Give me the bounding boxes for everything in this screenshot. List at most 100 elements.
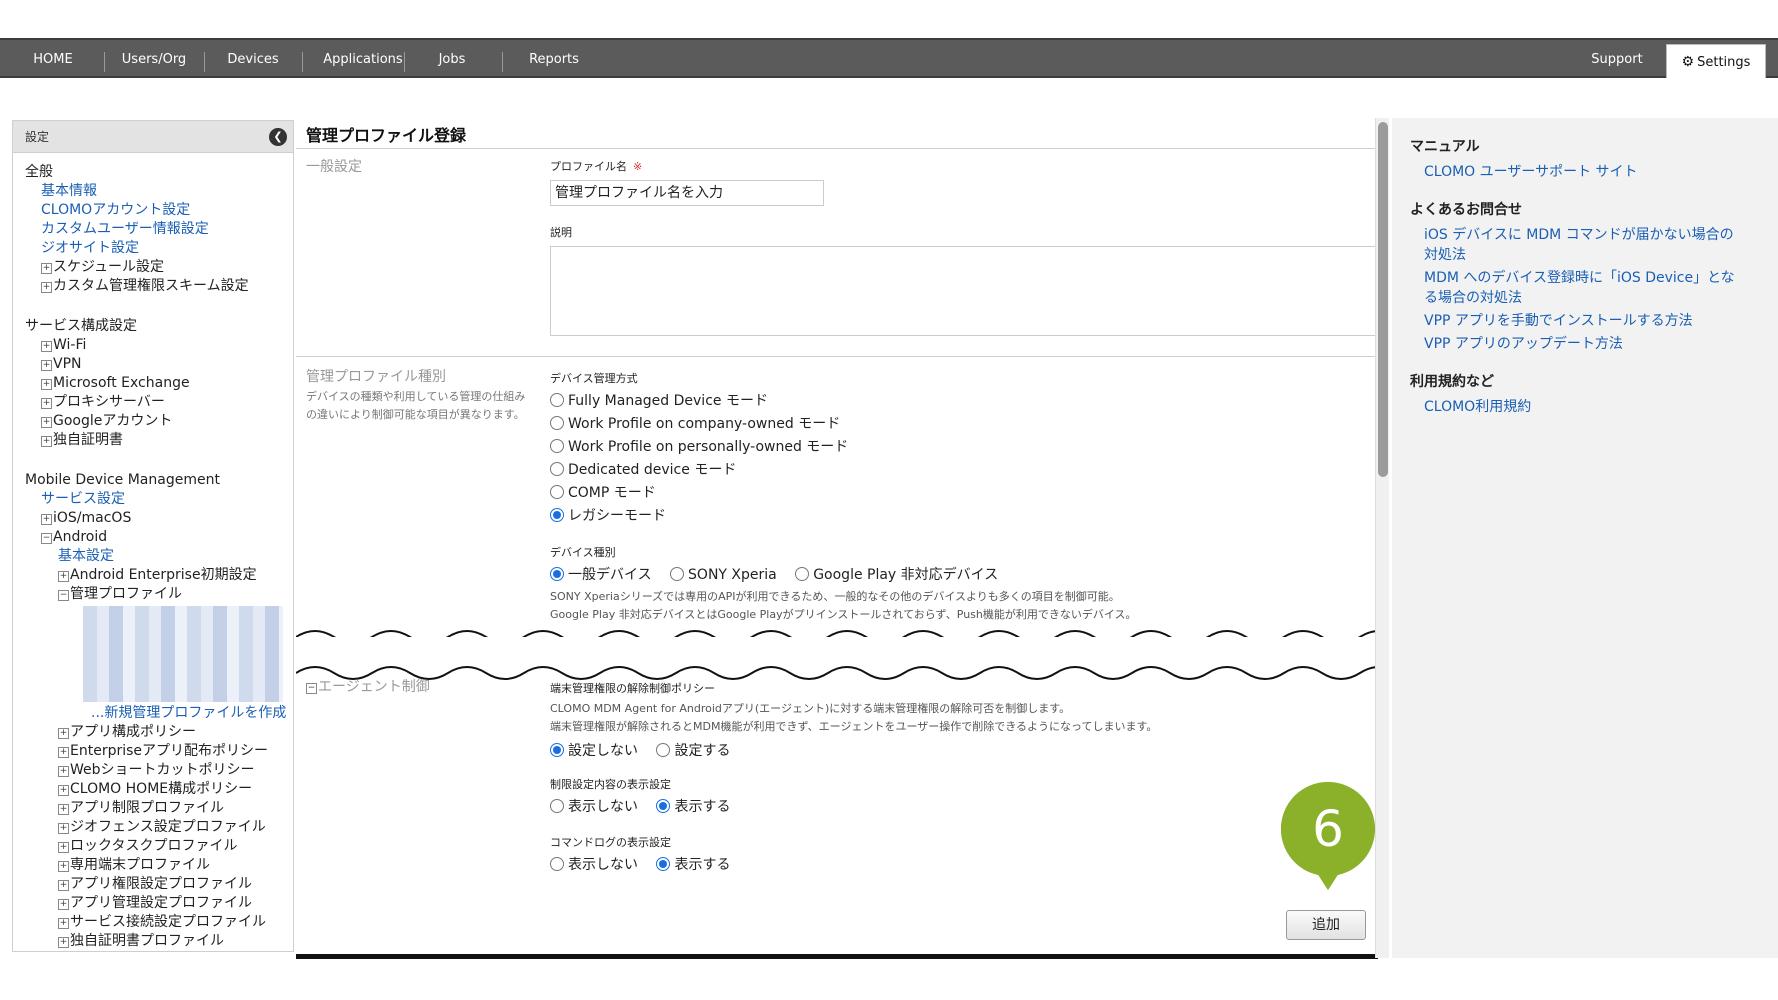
radio-release-on[interactable]: 設定する bbox=[656, 743, 730, 759]
expand-icon[interactable]: + bbox=[58, 937, 69, 948]
nav-users-org[interactable]: Users/Org bbox=[116, 40, 192, 76]
radio-button[interactable] bbox=[550, 416, 564, 430]
radio-button[interactable] bbox=[795, 567, 810, 581]
expand-icon[interactable]: + bbox=[41, 436, 52, 447]
expand-icon[interactable]: + bbox=[41, 282, 52, 293]
nav-jobs[interactable]: Jobs bbox=[420, 40, 484, 76]
radio-button-selected[interactable] bbox=[550, 743, 564, 757]
radio-restriction-hide[interactable]: 表示しない bbox=[550, 799, 638, 815]
expand-icon[interactable]: + bbox=[41, 360, 52, 371]
radio-mgmt-dedicated[interactable]: Dedicated device モード bbox=[550, 459, 736, 479]
expand-icon[interactable]: + bbox=[41, 341, 52, 352]
radio-button-selected[interactable] bbox=[550, 567, 564, 581]
sidebar-item-android-basic[interactable]: 基本設定 bbox=[25, 547, 293, 566]
expand-icon[interactable]: + bbox=[41, 514, 52, 525]
expand-icon[interactable]: + bbox=[58, 804, 69, 815]
help-link-terms[interactable]: CLOMO利用規約 bbox=[1410, 397, 1740, 417]
nav-reports[interactable]: Reports bbox=[516, 40, 592, 76]
sidebar-item-android-enterprise[interactable]: + Android Enterprise初期設定 bbox=[25, 566, 293, 585]
sidebar-item-schedule[interactable]: + スケジュール設定 bbox=[25, 258, 293, 277]
collapse-sidebar-icon[interactable]: ❮ bbox=[269, 128, 287, 146]
radio-device-general[interactable]: 一般デバイス bbox=[550, 567, 652, 583]
radio-mgmt-wp-company[interactable]: Work Profile on company-owned モード bbox=[550, 413, 840, 433]
help-link-faq[interactable]: VPP アプリのアップデート方法 bbox=[1410, 334, 1740, 354]
expand-icon[interactable]: + bbox=[41, 417, 52, 428]
sidebar-item-mgmt-profile[interactable]: − 管理プロファイル bbox=[25, 585, 293, 604]
scrollbar-thumb[interactable] bbox=[1378, 122, 1388, 477]
radio-cmdlog-hide[interactable]: 表示しない bbox=[550, 857, 638, 873]
help-link-faq[interactable]: VPP アプリを手動でインストールする方法 bbox=[1410, 311, 1740, 331]
radio-mgmt-comp[interactable]: COMP モード bbox=[550, 482, 656, 502]
radio-restriction-show[interactable]: 表示する bbox=[656, 799, 730, 815]
expand-icon[interactable]: + bbox=[58, 918, 69, 929]
radio-device-no-gplay[interactable]: Google Play 非対応デバイス bbox=[795, 567, 998, 583]
sidebar-item-policy[interactable]: + 専用端末プロファイル bbox=[25, 856, 293, 875]
nav-applications[interactable]: Applications bbox=[310, 40, 416, 76]
expand-icon[interactable]: + bbox=[58, 842, 69, 853]
radio-button[interactable] bbox=[550, 393, 564, 407]
sidebar-item-policy[interactable]: + ジオフェンス設定プロファイル bbox=[25, 818, 293, 837]
sidebar-item-exchange[interactable]: + Microsoft Exchange bbox=[25, 374, 293, 393]
sidebar-item-policy[interactable]: + 独自証明書プロファイル bbox=[25, 932, 293, 951]
sidebar-item-policy[interactable]: + CLOMO HOME構成ポリシー bbox=[25, 780, 293, 799]
expand-icon[interactable]: + bbox=[58, 747, 69, 758]
sidebar-item-policy[interactable]: + Enterpriseアプリ配布ポリシー bbox=[25, 742, 293, 761]
radio-button-selected[interactable] bbox=[656, 857, 671, 871]
radio-button[interactable] bbox=[550, 485, 564, 499]
sidebar-item-policy[interactable]: + アプリ管理設定プロファイル bbox=[25, 894, 293, 913]
sidebar-item-policy[interactable]: + アプリ権限設定プロファイル bbox=[25, 875, 293, 894]
expand-icon[interactable]: + bbox=[41, 398, 52, 409]
expand-icon[interactable]: + bbox=[41, 379, 52, 390]
radio-release-off[interactable]: 設定しない bbox=[550, 743, 638, 759]
radio-button[interactable] bbox=[550, 439, 564, 453]
sidebar-item-custom-user[interactable]: カスタムユーザー情報設定 bbox=[25, 220, 293, 239]
collapse-icon[interactable]: − bbox=[58, 590, 69, 601]
sidebar-item-proxy[interactable]: + プロキシサーバー bbox=[25, 393, 293, 412]
sidebar-item-service-settings[interactable]: サービス設定 bbox=[25, 490, 293, 509]
sidebar-item-new-profile[interactable]: ...新規管理プロファイルを作成 bbox=[25, 704, 293, 723]
radio-button-selected[interactable] bbox=[550, 508, 564, 522]
expand-icon[interactable]: + bbox=[58, 785, 69, 796]
sidebar-item-geosite[interactable]: ジオサイト設定 bbox=[25, 239, 293, 258]
radio-mgmt-wp-personal[interactable]: Work Profile on personally-owned モード bbox=[550, 436, 848, 456]
expand-icon[interactable]: + bbox=[58, 766, 69, 777]
sidebar-item-policy[interactable]: + アプリ構成ポリシー bbox=[25, 723, 293, 742]
nav-devices[interactable]: Devices bbox=[218, 40, 288, 76]
radio-button[interactable] bbox=[670, 567, 685, 581]
help-link-faq[interactable]: iOS デバイスに MDM コマンドが届かない場合の対処法 bbox=[1410, 225, 1740, 265]
sidebar-item-android[interactable]: − Android bbox=[25, 528, 293, 547]
radio-button[interactable] bbox=[550, 799, 564, 813]
sidebar-item-custom-role[interactable]: + カスタム管理権限スキーム設定 bbox=[25, 277, 293, 296]
radio-button[interactable] bbox=[550, 462, 564, 476]
sidebar-item-ios-macos[interactable]: + iOS/macOS bbox=[25, 509, 293, 528]
radio-cmdlog-show[interactable]: 表示する bbox=[656, 857, 730, 873]
expand-icon[interactable]: + bbox=[58, 571, 69, 582]
help-link-faq[interactable]: MDM へのデバイス登録時に「iOS Device」となる場合の対処法 bbox=[1410, 268, 1740, 308]
description-textarea[interactable] bbox=[550, 246, 1380, 336]
collapse-icon[interactable]: − bbox=[306, 683, 317, 694]
radio-button[interactable] bbox=[656, 743, 671, 757]
expand-icon[interactable]: + bbox=[58, 899, 69, 910]
expand-icon[interactable]: + bbox=[58, 823, 69, 834]
expand-icon[interactable]: + bbox=[58, 728, 69, 739]
radio-device-xperia[interactable]: SONY Xperia bbox=[670, 567, 777, 583]
radio-mgmt-legacy[interactable]: レガシーモード bbox=[550, 505, 666, 525]
profile-name-input[interactable]: 管理プロファイル名を入力 bbox=[550, 180, 824, 206]
sidebar-item-google-account[interactable]: + Googleアカウント bbox=[25, 412, 293, 431]
radio-button-selected[interactable] bbox=[656, 799, 671, 813]
nav-settings-tab[interactable]: ⚙ Settings bbox=[1666, 44, 1766, 78]
radio-button[interactable] bbox=[550, 857, 564, 871]
sidebar-item-wifi[interactable]: + Wi-Fi bbox=[25, 336, 293, 355]
expand-icon[interactable]: + bbox=[41, 263, 52, 274]
sidebar-item-basic-info[interactable]: 基本情報 bbox=[25, 182, 293, 201]
add-button[interactable]: 追加 bbox=[1286, 910, 1366, 940]
expand-icon[interactable]: + bbox=[58, 880, 69, 891]
sidebar-item-vpn[interactable]: + VPN bbox=[25, 355, 293, 374]
sidebar-item-clomo-account[interactable]: CLOMOアカウント設定 bbox=[25, 201, 293, 220]
sidebar-item-policy[interactable]: + アプリ制限プロファイル bbox=[25, 799, 293, 818]
nav-support[interactable]: Support bbox=[1582, 40, 1652, 76]
expand-icon[interactable]: + bbox=[58, 861, 69, 872]
sidebar-item-policy[interactable]: + ロックタスクプロファイル bbox=[25, 837, 293, 856]
help-link-support-site[interactable]: CLOMO ユーザーサポート サイト bbox=[1410, 162, 1740, 182]
collapse-icon[interactable]: − bbox=[41, 533, 52, 544]
